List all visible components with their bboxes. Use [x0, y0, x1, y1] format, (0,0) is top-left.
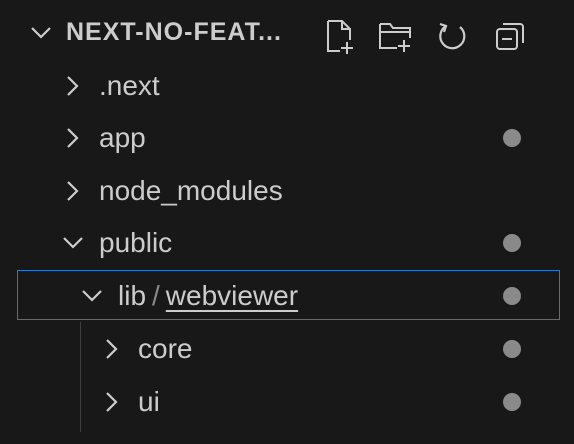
- compact-folder-lib[interactable]: lib: [118, 280, 146, 311]
- chevron-right-icon: [67, 128, 79, 148]
- chevron-right-icon: [67, 181, 79, 201]
- chevron-right-icon: [106, 392, 118, 412]
- refresh-button[interactable]: [432, 16, 472, 56]
- tree-item-label: app: [99, 122, 146, 153]
- chevron-right-icon: [106, 339, 118, 359]
- new-file-button[interactable]: [320, 16, 360, 56]
- tree-item-label: public: [99, 227, 173, 258]
- modified-dot: [503, 234, 521, 252]
- new-folder-icon: [379, 23, 411, 52]
- collapse-all-icon: [496, 23, 524, 50]
- chevron-right-icon: [67, 76, 79, 96]
- chevron-down-icon: [63, 237, 83, 249]
- tree-item-node-modules[interactable]: node_modules: [0, 165, 574, 217]
- chevron-down-icon: [31, 27, 51, 39]
- new-folder-button[interactable]: [375, 16, 415, 56]
- chevron-down-icon: [82, 290, 102, 302]
- compact-folder-webviewer[interactable]: webviewer: [166, 280, 298, 311]
- path-separator: /: [152, 280, 160, 311]
- modified-dot: [503, 340, 521, 358]
- tree-item-ui[interactable]: ui: [0, 376, 574, 428]
- tree-item-next[interactable]: .next: [0, 60, 574, 112]
- modified-dot: [503, 393, 521, 411]
- tree-item-label: core: [138, 333, 193, 364]
- file-explorer: NEXT-NO-FEAT... .next app node_modules p…: [0, 0, 574, 444]
- tree-item-core[interactable]: core: [0, 323, 574, 375]
- tree-item-partial: [64, 436, 144, 444]
- tree-item-lib-webviewer[interactable]: lib / webviewer: [0, 270, 574, 322]
- tree-item-app[interactable]: app: [0, 112, 574, 164]
- section-title: NEXT-NO-FEAT...: [66, 18, 282, 46]
- refresh-icon: [439, 22, 466, 50]
- tree-item-public[interactable]: public: [0, 217, 574, 269]
- tree-item-label: ui: [138, 386, 160, 417]
- new-file-icon: [327, 20, 353, 54]
- tree-item-compact-label: lib / webviewer: [118, 280, 298, 312]
- tree-item-label: .next: [99, 70, 160, 101]
- modified-dot: [503, 287, 521, 305]
- collapse-all-button[interactable]: [490, 16, 530, 56]
- tree-item-label: node_modules: [99, 175, 283, 206]
- modified-dot: [503, 129, 521, 147]
- explorer-section-header[interactable]: NEXT-NO-FEAT...: [0, 6, 574, 60]
